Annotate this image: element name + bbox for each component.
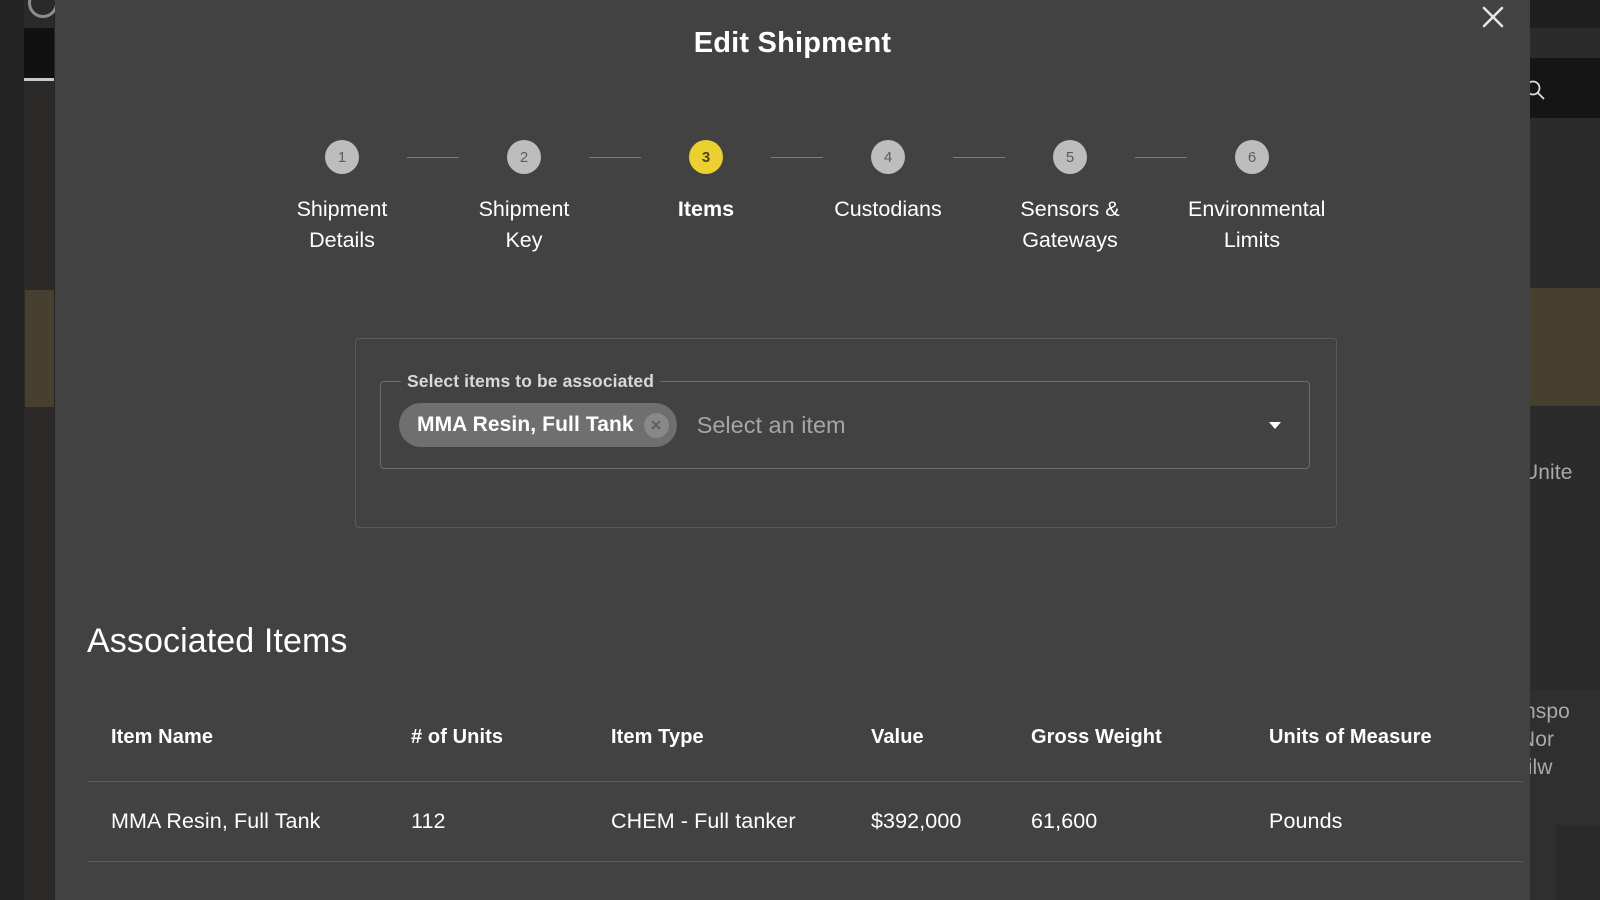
stepper-step-shipment-details[interactable]: 1 Shipment Details <box>277 140 407 256</box>
step-label: Shipment Key <box>478 197 570 253</box>
step-number-badge: 5 <box>1053 140 1087 174</box>
wizard-stepper: 1 Shipment Details 2 Shipment Key 3 Item… <box>277 140 1326 256</box>
select-item-input[interactable]: Select an item <box>697 412 1263 439</box>
step-number-badge: 1 <box>325 140 359 174</box>
select-items-field[interactable]: Select items to be associated MMA Resin,… <box>380 371 1310 469</box>
select-items-card: Select items to be associated MMA Resin,… <box>355 338 1337 528</box>
background-text-fragment-2: nspo <box>1524 700 1570 723</box>
step-label: Shipment Details <box>296 197 388 253</box>
step-number-badge: 6 <box>1235 140 1269 174</box>
associated-items-table: Item Name # of Units Item Type Value Gro… <box>87 693 1523 862</box>
background-sidebar-divider <box>24 78 54 81</box>
background-highlight-band-left <box>25 290 54 407</box>
stepper-step-custodians[interactable]: 4 Custodians <box>823 140 953 225</box>
step-number-badge: 4 <box>871 140 905 174</box>
column-header-units-of-measure: Units of Measure <box>1269 693 1523 782</box>
step-number-badge: 3 <box>689 140 723 174</box>
background-highlight-band-right <box>1530 288 1600 406</box>
select-items-legend: Select items to be associated <box>401 371 661 392</box>
column-header-item-name: Item Name <box>87 693 411 782</box>
step-label: Items <box>677 197 735 221</box>
background-right-topbar <box>1530 0 1600 28</box>
column-header-units: # of Units <box>411 693 611 782</box>
chip-remove-icon[interactable] <box>643 412 669 438</box>
cell-item-name: MMA Resin, Full Tank <box>87 781 411 862</box>
column-header-value: Value <box>871 693 1031 782</box>
step-label: Environmental Limits <box>1188 197 1326 253</box>
column-header-item-type: Item Type <box>611 693 871 782</box>
selected-item-chip[interactable]: MMA Resin, Full Tank <box>399 403 677 447</box>
cell-units: 112 <box>411 781 611 862</box>
table-header-row: Item Name # of Units Item Type Value Gro… <box>87 693 1523 782</box>
cell-item-type: CHEM - Full tanker <box>611 781 871 862</box>
stepper-step-sensors-gateways[interactable]: 5 Sensors & Gateways <box>1005 140 1135 256</box>
table-row[interactable]: MMA Resin, Full Tank 112 CHEM - Full tan… <box>87 781 1523 862</box>
associated-items-heading: Associated Items <box>87 622 348 660</box>
background-text-fragment-1: Unite <box>1523 461 1573 484</box>
cell-value: $392,000 <box>871 781 1031 862</box>
cell-units-of-measure: Pounds <box>1269 781 1523 862</box>
step-connector <box>589 157 641 158</box>
stepper-step-items[interactable]: 3 Items <box>641 140 771 225</box>
step-connector <box>953 157 1005 158</box>
step-label: Custodians <box>834 197 942 221</box>
step-connector <box>1135 157 1187 158</box>
step-label: Sensors & Gateways <box>1020 197 1120 253</box>
background-sidebar-strip <box>24 0 54 900</box>
chevron-down-icon[interactable] <box>1263 413 1287 437</box>
stepper-step-environmental-limits[interactable]: 6 Environmental Limits <box>1187 140 1326 256</box>
chip-label: MMA Resin, Full Tank <box>417 413 634 436</box>
cell-gross-weight: 61,600 <box>1031 781 1269 862</box>
background-sidebar-header <box>24 28 54 80</box>
edit-shipment-modal: Edit Shipment 1 Shipment Details 2 Shipm… <box>55 0 1530 900</box>
stepper-step-shipment-key[interactable]: 2 Shipment Key <box>459 140 589 256</box>
step-connector <box>407 157 459 158</box>
page-title: Edit Shipment <box>693 27 892 59</box>
column-header-gross-weight: Gross Weight <box>1031 693 1269 782</box>
step-number-badge: 2 <box>507 140 541 174</box>
select-items-row: MMA Resin, Full Tank Select an item <box>399 394 1291 456</box>
background-right-card-secondary <box>1556 825 1600 900</box>
step-connector <box>771 157 823 158</box>
